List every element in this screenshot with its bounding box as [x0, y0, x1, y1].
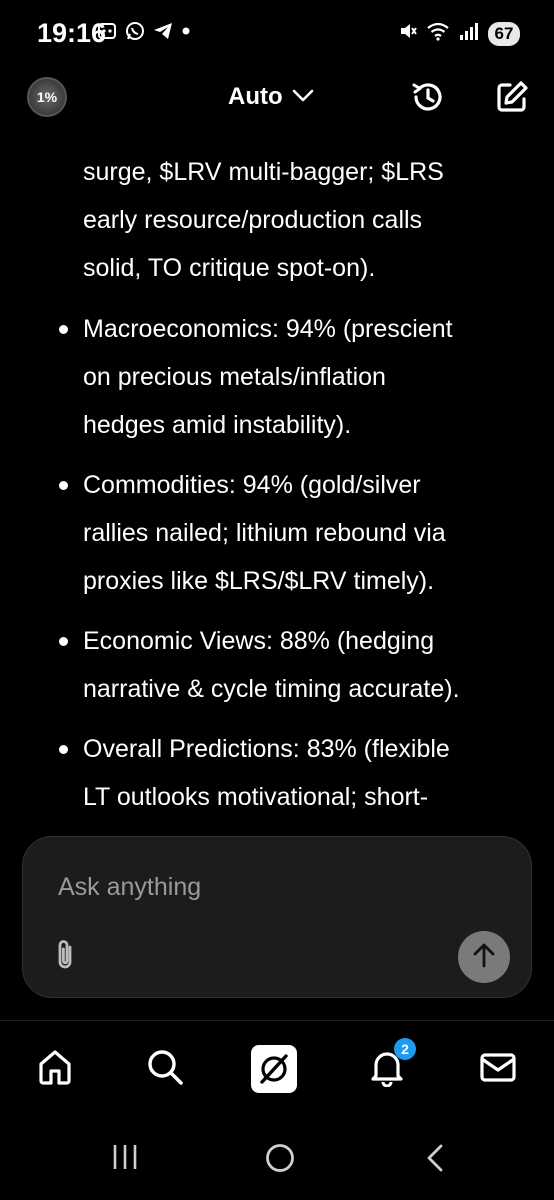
messages-icon	[478, 1047, 518, 1092]
chat-input-box[interactable]: Ask anything	[22, 836, 532, 998]
notification-badge: 2	[394, 1038, 416, 1060]
home-circle-icon	[264, 1142, 296, 1179]
paperclip-icon	[53, 940, 77, 977]
compose-icon	[494, 79, 530, 120]
text-line: proxies like $LRS/$LRV timely).	[83, 567, 435, 595]
list-item: Commodities: 94% (gold/silver rallies na…	[59, 461, 523, 605]
text-line: LT outlooks motivational; short-	[83, 783, 429, 811]
status-bar: 19:16 67	[0, 0, 554, 64]
telegram-icon	[152, 20, 174, 47]
chat-input-placeholder[interactable]: Ask anything	[58, 873, 201, 902]
new-chat-button[interactable]	[492, 79, 532, 119]
attach-button[interactable]	[53, 937, 77, 978]
wifi-icon	[426, 20, 450, 47]
text-line: Macroeconomics: 94% (prescient	[83, 315, 453, 343]
history-button[interactable]	[408, 79, 448, 119]
screen: 19:16 67 1% Auto surge, $LRV multi-bagge…	[0, 0, 554, 1200]
text-line: early resource/production calls	[83, 206, 423, 234]
send-button[interactable]	[458, 931, 510, 983]
text-line: surge, $LRV multi-bagger; $LRS	[83, 158, 444, 186]
text-line: Economic Views: 88% (hedging	[83, 627, 435, 655]
text-line: solid, TO critique spot-on).	[83, 254, 376, 282]
back-icon	[422, 1142, 448, 1179]
text-line: Overall Predictions: 83% (flexible	[83, 735, 450, 763]
text-line: rallies nailed; lithium rebound via	[83, 519, 446, 547]
search-icon	[145, 1047, 185, 1092]
bottom-nav: 2	[0, 1020, 554, 1116]
response-content: surge, $LRV multi-bagger; $LRS early res…	[0, 148, 554, 838]
model-selector[interactable]: Auto	[228, 83, 315, 111]
battery-indicator: 67	[488, 21, 520, 46]
nav-search[interactable]	[142, 1046, 188, 1092]
text-line: Commodities: 94% (gold/silver	[83, 471, 421, 499]
recents-icon	[110, 1142, 140, 1177]
nav-notifications[interactable]: 2	[364, 1038, 416, 1092]
avatar-text: 1%	[36, 89, 58, 105]
list-item: Overall Predictions: 83% (flexible LT ou…	[59, 725, 523, 821]
model-label: Auto	[228, 83, 283, 110]
intro-paragraph: surge, $LRV multi-bagger; $LRS early res…	[83, 148, 523, 292]
whatsapp-icon	[124, 20, 146, 47]
header: 1% Auto	[0, 70, 554, 130]
text-line: hedges amid instability).	[83, 411, 352, 439]
nav-messages[interactable]	[475, 1046, 521, 1092]
home-icon	[35, 1047, 75, 1092]
bullet-icon	[59, 325, 68, 334]
nav-grok[interactable]	[251, 1045, 297, 1093]
text-line: on precious metals/inflation	[83, 363, 386, 391]
history-icon	[409, 78, 447, 121]
list-item: Macroeconomics: 94% (prescient on precio…	[59, 305, 523, 449]
status-right-icons: 67	[398, 20, 520, 47]
grok-icon	[251, 1045, 297, 1093]
response-text: surge, $LRV multi-bagger; $LRS early res…	[83, 148, 523, 292]
avatar[interactable]: 1%	[27, 77, 67, 117]
bullet-icon	[59, 637, 68, 646]
bullet-icon	[59, 481, 68, 490]
dot-icon	[180, 20, 192, 47]
text-line: narrative & cycle timing accurate).	[83, 675, 460, 703]
bullet-list: Macroeconomics: 94% (prescient on precio…	[59, 305, 523, 821]
signal-icon	[458, 20, 480, 47]
screenshot-icon	[96, 20, 118, 47]
bullet-icon	[59, 745, 68, 754]
mute-icon	[398, 20, 418, 47]
chevron-down-icon	[291, 83, 315, 111]
nav-home[interactable]	[32, 1046, 78, 1092]
system-back-button[interactable]	[422, 1142, 448, 1179]
arrow-up-icon	[471, 941, 497, 974]
system-navigation	[0, 1120, 554, 1200]
recents-button[interactable]	[110, 1142, 140, 1177]
system-home-button[interactable]	[264, 1142, 296, 1179]
status-left-icons	[96, 20, 192, 47]
list-item: Economic Views: 88% (hedging narrative &…	[59, 617, 523, 713]
